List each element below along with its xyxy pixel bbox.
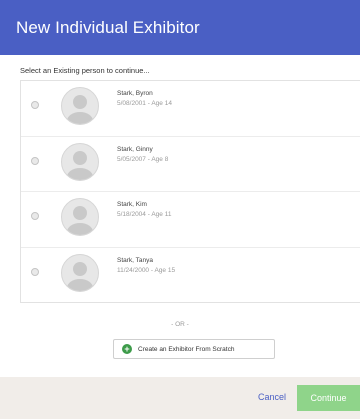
avatar-placeholder-icon [61,198,99,236]
person-row[interactable]: Stark, Kim 5/18/2004 - Age 11 [21,192,360,248]
create-exhibitor-button[interactable]: + Create an Exhibitor From Scratch [113,339,275,359]
continue-button[interactable]: Continue [297,385,360,411]
person-radio[interactable] [31,212,39,220]
select-prompt: Select an Existing person to continue... [20,66,150,75]
person-name: Stark, Kim [117,201,147,208]
person-list: Stark, Byron 5/08/2001 - Age 14 Stark, G… [20,80,360,303]
person-name: Stark, Ginny [117,145,153,153]
person-birthdate-age: 5/05/2007 - Age 8 [117,155,169,163]
person-birthdate-age: 5/18/2004 - Age 11 [117,211,172,218]
person-radio[interactable] [31,101,39,109]
person-row[interactable]: Stark, Byron 5/08/2001 - Age 14 [21,81,360,137]
dialog-title: New Individual Exhibitor [16,17,200,37]
dialog-footer: Cancel Continue [0,377,360,419]
person-birthdate-age: 5/08/2001 - Age 14 [117,100,172,107]
person-radio[interactable] [31,267,39,276]
plus-circle-icon: + [122,344,132,354]
create-exhibitor-label: Create an Exhibitor From Scratch [138,345,235,353]
cancel-button[interactable]: Cancel [258,392,286,402]
avatar-placeholder-icon [61,142,99,181]
person-name: Stark, Byron [117,90,153,97]
dialog-header: New Individual Exhibitor [0,0,360,55]
person-birthdate-age: 11/24/2000 - Age 15 [117,266,176,274]
person-row[interactable]: Stark, Ginny 5/05/2007 - Age 8 [21,137,360,192]
or-separator: - OR - [171,321,189,328]
person-name: Stark, Tanya [117,256,154,264]
person-row[interactable]: Stark, Tanya 11/24/2000 - Age 15 [21,248,360,304]
avatar-placeholder-icon [61,87,99,125]
new-exhibitor-dialog: New Individual Exhibitor Select an Exist… [0,0,360,419]
avatar-placeholder-icon [61,253,99,292]
person-radio[interactable] [31,156,39,165]
